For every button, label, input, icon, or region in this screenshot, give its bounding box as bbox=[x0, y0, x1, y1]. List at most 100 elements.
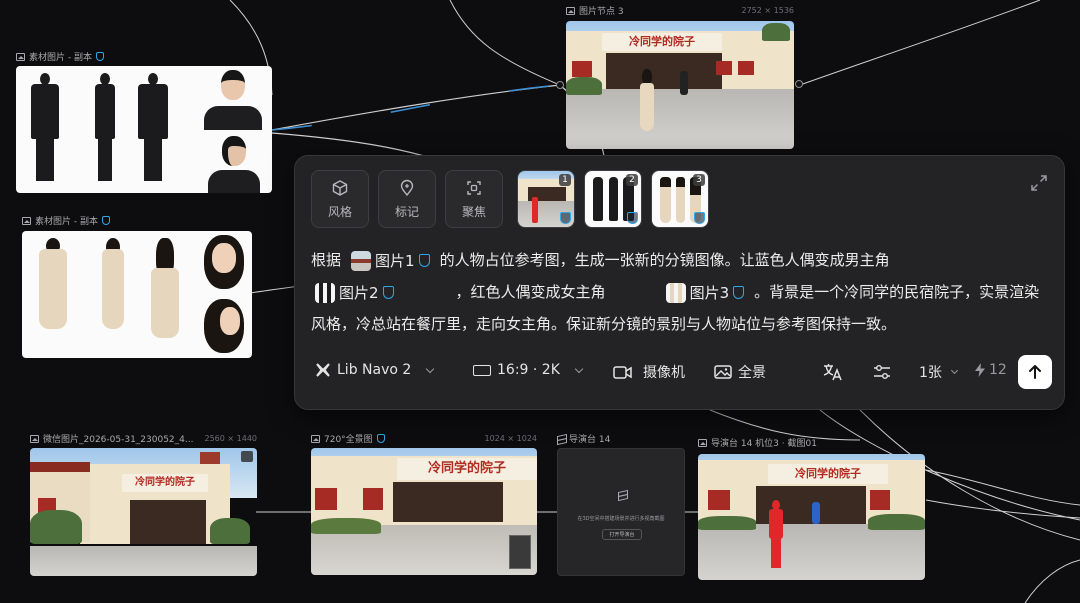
verified-shield-icon bbox=[101, 216, 110, 225]
style-button[interactable]: 风格 bbox=[311, 170, 369, 228]
lightning-icon bbox=[975, 363, 985, 377]
courtyard-sign: 冷同学的院子 bbox=[397, 458, 537, 480]
figure-back bbox=[138, 73, 168, 185]
send-button[interactable] bbox=[1018, 355, 1052, 389]
credits-indicator: 12 bbox=[975, 362, 1007, 378]
node-image bbox=[22, 231, 252, 358]
reference-thumb-3[interactable]: 3 bbox=[651, 170, 709, 228]
image-icon bbox=[16, 52, 25, 61]
model-label: Lib Navo 2 bbox=[337, 362, 412, 378]
node-title: 导演台 14 机位3 · 截图01 bbox=[711, 439, 817, 449]
wire bbox=[799, 0, 1041, 86]
node-director-14[interactable]: 导演台 14 在3D空间中搭建场景并进行多视角截图 打开导演台 bbox=[557, 432, 685, 577]
verified-shield-icon bbox=[694, 212, 705, 224]
prompt-part: 的人物占位参考图，生成一张新的分镜图像。让蓝色人偶变成男主角 bbox=[439, 251, 890, 269]
node-image bbox=[16, 66, 272, 193]
node-image: 冷同学的院子 bbox=[30, 448, 257, 576]
image-chip-2[interactable]: 图片2 bbox=[313, 281, 396, 305]
camera-button[interactable]: 摄像机 bbox=[613, 362, 685, 382]
chevron-down-icon bbox=[574, 364, 584, 373]
red-mannequin bbox=[532, 197, 538, 223]
focus-button[interactable]: 聚焦 bbox=[445, 170, 503, 228]
pin-icon bbox=[400, 179, 414, 196]
chip-label: 图片3 bbox=[689, 283, 730, 302]
panorama-button[interactable]: 全景 bbox=[714, 362, 766, 382]
sliders-icon[interactable] bbox=[873, 364, 891, 380]
focus-label: 聚焦 bbox=[461, 204, 486, 219]
figure-front bbox=[36, 238, 70, 350]
camera-icon bbox=[613, 366, 632, 379]
ratio-select[interactable]: 16:9 · 2K bbox=[473, 362, 584, 378]
connection-handle[interactable] bbox=[556, 81, 564, 89]
portrait-front bbox=[202, 66, 264, 130]
verified-shield-icon bbox=[560, 212, 571, 224]
image-icon bbox=[30, 434, 39, 443]
reference-thumb-1[interactable]: 1 bbox=[517, 170, 575, 228]
chip-thumb bbox=[351, 250, 372, 271]
model-select[interactable]: Lib Navo 2 bbox=[315, 362, 435, 378]
expand-icon[interactable] bbox=[1030, 174, 1048, 192]
prompt-text[interactable]: 根据 图片1 的人物占位参考图，生成一张新的分镜图像。让蓝色人偶变成男主角 图片2 ，红… bbox=[311, 244, 1051, 340]
open-director-button[interactable]: 打开导演台 bbox=[602, 529, 642, 540]
node-image-3[interactable]: 图片节点 3 2752 × 1536 冷同学的院子 bbox=[566, 4, 794, 150]
figure-front bbox=[30, 73, 60, 185]
man-figure bbox=[680, 71, 688, 95]
portrait-side bbox=[198, 295, 250, 355]
figure-side bbox=[94, 73, 116, 185]
node-title: 素材图片 - 副本 bbox=[35, 217, 98, 227]
aspect-ratio-icon bbox=[473, 364, 491, 376]
node-canvas[interactable]: 素材图片 - 副本 素材图片 - 副本 图片节点 3 2752 × 1536 冷… bbox=[0, 0, 1080, 603]
panorama-label: 全景 bbox=[738, 365, 766, 381]
courtyard-sign: 冷同学的院子 bbox=[768, 464, 888, 484]
node-wechat-image[interactable]: 微信图片_2026-05-31_230052_4... 2560 × 1440 … bbox=[30, 432, 257, 577]
red-mannequin bbox=[768, 500, 784, 570]
image-chip-3[interactable]: 图片3 bbox=[664, 281, 747, 305]
director-hint: 在3D空间中搭建场景并进行多视角截图 bbox=[577, 516, 665, 522]
director-placeholder: 在3D空间中搭建场景并进行多视角截图 打开导演台 bbox=[557, 448, 685, 576]
arrow-up-icon bbox=[1029, 365, 1041, 379]
blue-mannequin bbox=[812, 502, 820, 524]
image-chip-1[interactable]: 图片1 bbox=[349, 249, 432, 273]
mark-button[interactable]: 标记 bbox=[378, 170, 436, 228]
verified-shield-icon bbox=[382, 286, 394, 299]
wire bbox=[449, 0, 561, 86]
node-ref-female[interactable]: 素材图片 - 副本 bbox=[22, 214, 252, 358]
translate-icon[interactable] bbox=[823, 363, 843, 381]
wire-active bbox=[271, 84, 561, 131]
wire bbox=[249, 285, 301, 294]
model-icon bbox=[316, 363, 330, 377]
image-icon bbox=[566, 6, 575, 15]
panel-toolbar: Lib Navo 2 16:9 · 2K 摄像机 全景 1张 12 bbox=[311, 355, 1052, 389]
image-icon bbox=[22, 216, 31, 225]
ratio-label: 16:9 · 2K bbox=[497, 362, 560, 378]
reference-thumb-2[interactable]: 2 bbox=[584, 170, 642, 228]
verified-shield-icon bbox=[627, 212, 638, 224]
image-dimensions: 2752 × 1536 bbox=[741, 6, 794, 15]
node-title: 图片节点 3 bbox=[579, 7, 624, 17]
image-dimensions: 1024 × 1024 bbox=[484, 434, 537, 443]
chip-label: 图片1 bbox=[375, 251, 415, 270]
mark-label: 标记 bbox=[394, 204, 419, 219]
node-ref-male[interactable]: 素材图片 - 副本 bbox=[16, 50, 272, 194]
node-panorama[interactable]: 720°全景图 1024 × 1024 冷同学的院子 bbox=[311, 432, 537, 577]
image-icon bbox=[698, 438, 707, 447]
cube-icon bbox=[332, 179, 348, 196]
count-select[interactable]: 1张 bbox=[919, 362, 958, 382]
verified-shield-icon bbox=[95, 52, 104, 61]
node-title: 微信图片_2026-05-31_230052_4... bbox=[43, 435, 194, 445]
node-title: 素材图片 - 副本 bbox=[29, 53, 92, 63]
figure-back bbox=[150, 238, 180, 350]
chevron-down-icon bbox=[426, 364, 435, 373]
reference-index: 3 bbox=[693, 174, 705, 186]
figure-side bbox=[100, 238, 126, 350]
verified-shield-icon bbox=[418, 254, 430, 267]
woman-figure bbox=[638, 69, 656, 141]
node-title: 导演台 14 bbox=[569, 435, 611, 445]
prompt-part: 根据 bbox=[311, 251, 342, 269]
reference-index: 2 bbox=[626, 174, 638, 186]
node-image: 冷同学的院子 bbox=[566, 21, 794, 149]
node-director-shot[interactable]: 导演台 14 机位3 · 截图01 冷同学的院子 bbox=[698, 436, 925, 581]
connection-handle[interactable] bbox=[795, 80, 803, 88]
layers-icon bbox=[618, 491, 626, 499]
generation-panel: 风格 标记 聚焦 1 2 3 根据 图片1 的人物占位参考图，生成一张新的分镜图… bbox=[294, 155, 1065, 410]
